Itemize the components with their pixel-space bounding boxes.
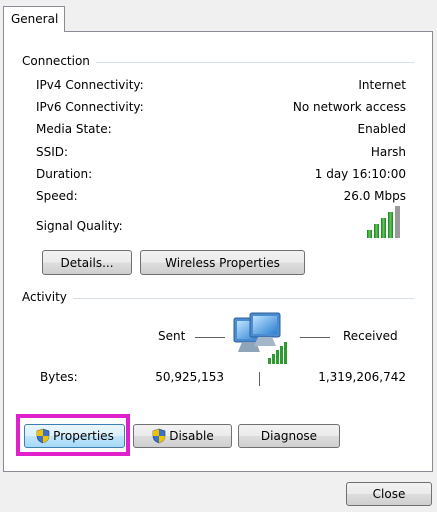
signal-bar-4: [388, 212, 393, 238]
close-button[interactable]: Close: [346, 482, 432, 506]
signal-bar-2: [374, 224, 379, 238]
network-computers-icon: [233, 312, 287, 364]
bytes-sent-value: 50,925,153: [155, 370, 224, 384]
connection-title: Connection: [22, 54, 96, 68]
sent-label: Sent: [158, 329, 186, 343]
signal-quality-label: Signal Quality:: [36, 219, 123, 233]
media-state-value: Enabled: [357, 122, 407, 136]
activity-title: Activity: [22, 290, 73, 304]
signal-bar-1: [367, 230, 372, 238]
signal-strength-icon: [367, 206, 400, 238]
wireless-status-dialog: General Connection IPv4 Connectivity: In…: [0, 0, 437, 512]
uac-shield-icon: [36, 428, 50, 444]
ipv6-value: No network access: [292, 100, 406, 114]
disable-button[interactable]: Disable: [133, 424, 232, 448]
close-button-label: Close: [372, 487, 406, 501]
signal-bar-3: [381, 218, 386, 238]
details-button[interactable]: Details...: [42, 250, 132, 275]
diagnose-button-label: Diagnose: [260, 429, 318, 443]
received-label: Received: [343, 329, 398, 343]
ssid-value: Harsh: [370, 145, 406, 159]
tab-general-label: General: [11, 12, 59, 26]
duration-label: Duration:: [36, 167, 93, 181]
bytes-label: Bytes:: [40, 370, 78, 384]
uac-shield-icon: [152, 428, 166, 444]
ipv6-label: IPv6 Connectivity:: [36, 100, 144, 114]
tab-general[interactable]: General: [3, 6, 65, 32]
ipv4-label: IPv4 Connectivity:: [36, 78, 144, 92]
ssid-label: SSID:: [36, 145, 69, 159]
activity-divider: [22, 298, 414, 299]
ipv4-value: Internet: [358, 78, 406, 92]
media-state-label: Media State:: [36, 122, 112, 136]
bytes-divider: [259, 372, 260, 386]
sent-line: [195, 337, 225, 338]
duration-value: 1 day 16:10:00: [314, 167, 406, 181]
received-line: [300, 337, 330, 338]
signal-bar-5: [395, 206, 400, 238]
wireless-properties-button-label: Wireless Properties: [165, 255, 280, 270]
speed-label: Speed:: [36, 189, 78, 203]
bytes-received-value: 1,319,206,742: [318, 370, 406, 384]
details-button-label: Details...: [60, 255, 114, 270]
wireless-properties-button[interactable]: Wireless Properties: [140, 250, 305, 275]
properties-button-label: Properties: [53, 429, 114, 443]
speed-value: 26.0 Mbps: [343, 189, 406, 203]
diagnose-button[interactable]: Diagnose: [238, 424, 340, 448]
properties-button[interactable]: Properties: [24, 424, 125, 448]
disable-button-label: Disable: [169, 429, 214, 443]
